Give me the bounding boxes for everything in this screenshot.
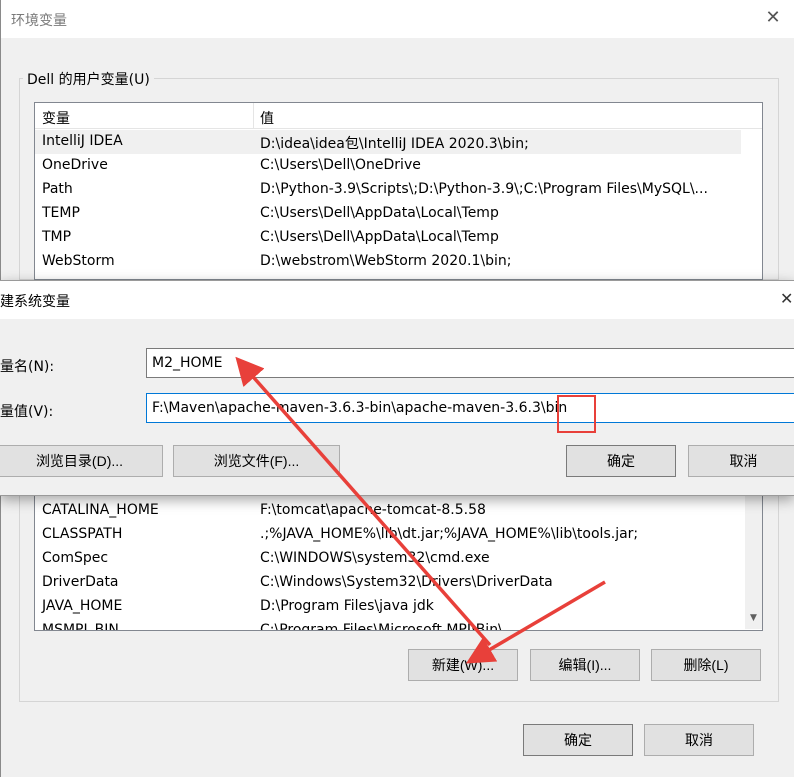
list-item[interactable]: CLASSPATH .;%JAVA_HOME%\lib\dt.jar;%JAVA… [35, 523, 741, 547]
browse-directory-button[interactable]: 浏览目录(D)... [0, 445, 163, 477]
list-item[interactable]: ComSpec C:\WINDOWS\system32\cmd.exe [35, 547, 741, 571]
env-ok-button[interactable]: 确定 [523, 724, 633, 756]
list-item[interactable]: DriverData C:\Windows\System32\Drivers\D… [35, 571, 741, 595]
list-item[interactable]: WebStorm D:\webstrom\WebStorm 2020.1\bin… [35, 250, 741, 274]
user-variables-label: Dell 的用户变量(U) [23, 69, 154, 89]
edit-variable-button[interactable]: 编辑(I)... [530, 649, 640, 681]
new-system-variable-dialog: 新建系统变量 ✕ 变量名(N): 变量值(V): 浏览目录(D)... 浏览文件… [0, 280, 794, 496]
variable-value-label: 变量值(V): [0, 404, 54, 420]
variable-value-input[interactable] [146, 393, 794, 423]
list-item[interactable]: MSMPI_BIN C:\Program Files\Microsoft MPI… [35, 619, 741, 630]
variable-name-label: 变量名(N): [0, 359, 55, 375]
dialog-ok-button[interactable]: 确定 [566, 445, 676, 477]
list-item[interactable]: CATALINA_HOME F:\tomcat\apache-tomcat-8.… [35, 499, 741, 523]
new-variable-button[interactable]: 新建(W)... [408, 649, 518, 681]
dialog-titlebar: 新建系统变量 ✕ [0, 281, 794, 319]
env-cancel-button[interactable]: 取消 [644, 724, 754, 756]
vertical-scrollbar[interactable]: ▼ [745, 480, 762, 629]
delete-variable-button[interactable]: 删除(L) [651, 649, 761, 681]
browse-file-button[interactable]: 浏览文件(F)... [173, 445, 340, 477]
system-variables-list[interactable]: CATALINA_HOME F:\tomcat\apache-tomcat-8.… [34, 480, 763, 631]
column-header-value[interactable]: 值 [260, 108, 274, 128]
variable-name-input[interactable] [146, 348, 794, 378]
env-titlebar: 环境变量 ✕ [1, 0, 794, 38]
list-item[interactable]: Path D:\Python-3.9\Scripts\;D:\Python-3.… [35, 178, 741, 202]
list-item[interactable]: IntelliJ IDEA D:\idea\idea包\IntelliJ IDE… [35, 130, 741, 154]
scroll-down-arrow-icon[interactable]: ▼ [745, 610, 762, 627]
close-icon[interactable]: ✕ [761, 6, 785, 30]
list-item[interactable]: TMP C:\Users\Dell\AppData\Local\Temp [35, 226, 741, 250]
list-item[interactable]: JAVA_HOME D:\Program Files\java jdk [35, 595, 741, 619]
user-variables-list[interactable]: 变量 值 IntelliJ IDEA D:\idea\idea包\Intelli… [34, 102, 763, 280]
list-item[interactable]: OneDrive C:\Users\Dell\OneDrive [35, 154, 741, 178]
close-icon[interactable]: ✕ [780, 289, 793, 308]
list-item[interactable]: TEMP C:\Users\Dell\AppData\Local\Temp [35, 202, 741, 226]
dialog-title: 新建系统变量 [0, 294, 70, 310]
dialog-cancel-button[interactable]: 取消 [688, 445, 794, 477]
env-window-title: 环境变量 [11, 13, 67, 29]
list-header: 变量 值 [35, 103, 762, 129]
column-header-variable[interactable]: 变量 [42, 108, 70, 128]
annotation-highlight-box [557, 395, 596, 433]
